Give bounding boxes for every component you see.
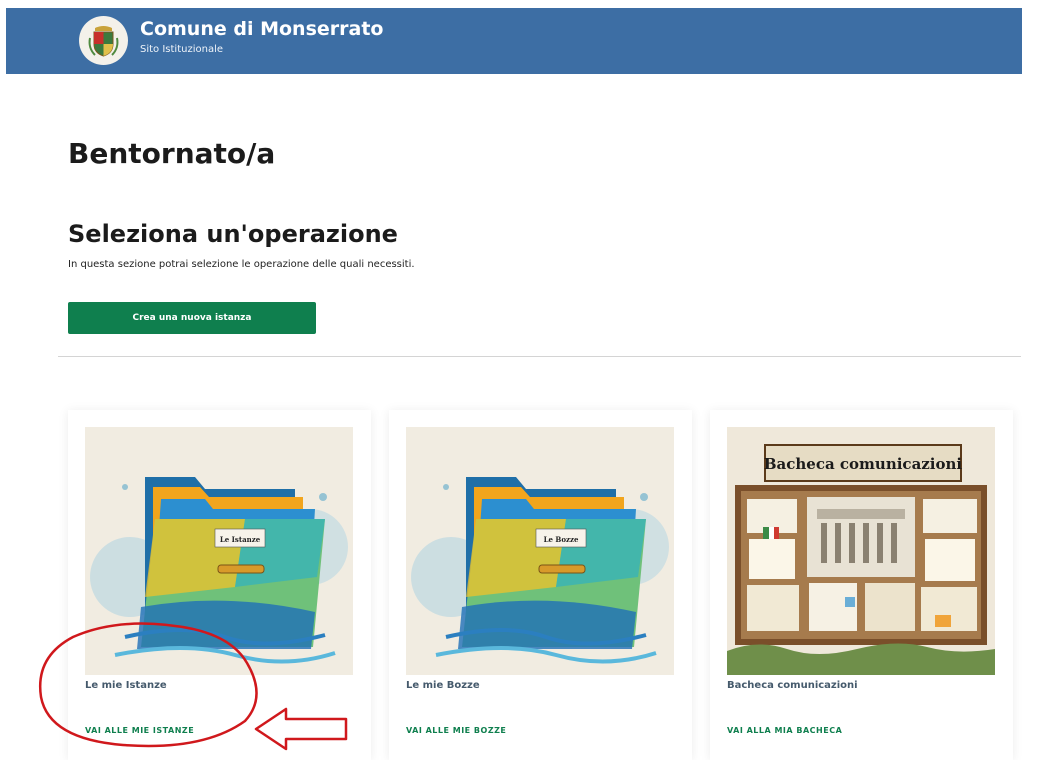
folder-label-text: Le Bozze — [544, 535, 579, 544]
board-banner-text: Bacheca comunicazioni — [764, 455, 963, 473]
municipal-crest-icon[interactable] — [79, 16, 128, 65]
card-my-instances: Le Istanze Le mie Istanze VAI ALLE MIE I… — [68, 410, 371, 760]
go-to-my-instances-link[interactable]: VAI ALLE MIE ISTANZE — [85, 726, 194, 735]
create-new-instance-button[interactable]: Crea una nuova istanza — [68, 302, 316, 334]
section-divider — [58, 356, 1021, 357]
site-name[interactable]: Comune di Monserrato — [140, 18, 383, 40]
card-title: Bacheca comunicazioni — [727, 680, 858, 691]
folder-icon: Le Istanze — [85, 427, 353, 675]
card-title: Le mie Bozze — [406, 680, 480, 691]
section-description: In questa sezione potrai selezione le op… — [68, 259, 415, 270]
card-my-drafts: Le Bozze Le mie Bozze VAI ALLE MIE BOZZE — [389, 410, 692, 760]
welcome-title: Bentornato/a — [68, 137, 276, 170]
go-to-my-drafts-link[interactable]: VAI ALLE MIE BOZZE — [406, 726, 506, 735]
card-bulletin-board: Bacheca comunicazioni Bacheca comunicazi… — [710, 410, 1013, 760]
site-subtitle: Sito Istituzionale — [140, 44, 224, 55]
bulletin-board-icon: Bacheca comunicazioni — [727, 427, 995, 675]
folder-icon: Le Bozze — [406, 427, 674, 675]
folder-label-text: Le Istanze — [220, 535, 261, 544]
site-header: Comune di Monserrato Sito Istituzionale — [6, 8, 1022, 74]
card-title: Le mie Istanze — [85, 680, 167, 691]
go-to-my-bulletin-board-link[interactable]: VAI ALLA MIA BACHECA — [727, 726, 842, 735]
section-title: Seleziona un'operazione — [68, 220, 398, 248]
